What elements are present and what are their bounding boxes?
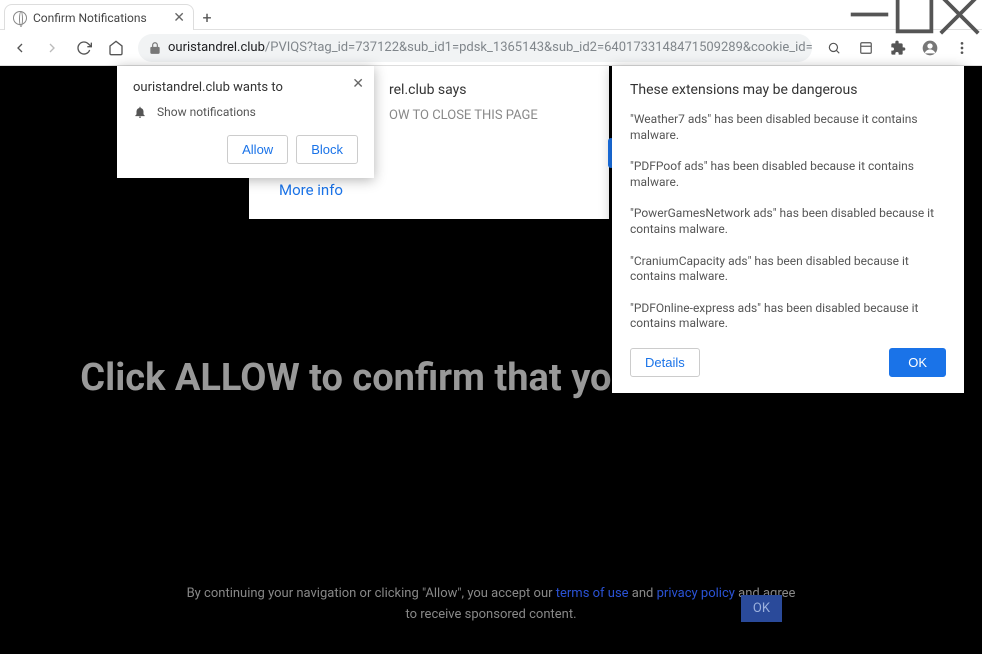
extension-item: "Weather7 ads" has been disabled because… bbox=[630, 112, 946, 143]
window-maximize-button[interactable] bbox=[892, 0, 937, 30]
bell-icon bbox=[133, 105, 147, 119]
home-button[interactable] bbox=[102, 34, 130, 62]
browser-tab[interactable]: Confirm Notifications ✕ bbox=[4, 4, 194, 30]
permission-label: Show notifications bbox=[157, 105, 256, 119]
ok-button[interactable]: OK bbox=[889, 348, 946, 377]
reload-button[interactable] bbox=[70, 34, 98, 62]
menu-icon[interactable] bbox=[948, 34, 976, 62]
extension-item: "PDFOnline-express ads" has been disable… bbox=[630, 301, 946, 332]
extension-warning-popup: These extensions may be dangerous "Weath… bbox=[612, 66, 964, 393]
lock-icon bbox=[148, 41, 162, 55]
details-button[interactable]: Details bbox=[630, 348, 700, 377]
new-tab-button[interactable]: + bbox=[194, 4, 220, 30]
url-domain: ouristandrel.club bbox=[168, 40, 265, 55]
window-minimize-button[interactable] bbox=[847, 0, 892, 30]
footer-text: By continuing your navigation or clickin… bbox=[0, 584, 982, 626]
extensions-icon[interactable] bbox=[884, 34, 912, 62]
forward-button[interactable] bbox=[38, 34, 66, 62]
address-bar[interactable]: ouristandrel.club/PVIQS?tag_id=737122&su… bbox=[138, 34, 812, 62]
extension-item: "PDFPoof ads" has been disabled because … bbox=[630, 159, 946, 190]
footer-ok-button[interactable]: OK bbox=[741, 595, 782, 622]
globe-icon bbox=[13, 11, 27, 25]
tab-title: Confirm Notifications bbox=[33, 11, 147, 25]
block-button[interactable]: Block bbox=[296, 135, 358, 164]
browser-toolbar: ouristandrel.club/PVIQS?tag_id=737122&su… bbox=[0, 30, 982, 66]
extension-warning-title: These extensions may be dangerous bbox=[630, 82, 946, 98]
window-close-button[interactable] bbox=[937, 0, 982, 30]
extension-item: "CraniumCapacity ads" has been disabled … bbox=[630, 254, 946, 285]
allow-button[interactable]: Allow bbox=[227, 135, 288, 164]
more-info-link[interactable]: More info bbox=[279, 181, 589, 199]
zoom-icon[interactable] bbox=[820, 34, 848, 62]
close-tab-icon[interactable]: ✕ bbox=[173, 10, 185, 26]
extension-item: "PowerGamesNetwork ads" has been disable… bbox=[630, 206, 946, 237]
back-button[interactable] bbox=[6, 34, 34, 62]
reader-icon[interactable] bbox=[852, 34, 880, 62]
close-icon[interactable]: ✕ bbox=[352, 76, 364, 92]
notification-permission-popup: ✕ ouristandrel.club wants to Show notifi… bbox=[117, 66, 374, 178]
permission-title: ouristandrel.club wants to bbox=[133, 80, 358, 95]
privacy-link[interactable]: privacy policy bbox=[657, 586, 735, 601]
profile-icon[interactable] bbox=[916, 34, 944, 62]
url-path: /PVIQS?tag_id=737122&sub_id1=pdsk_136514… bbox=[265, 40, 812, 55]
terms-link[interactable]: terms of use bbox=[556, 586, 629, 601]
